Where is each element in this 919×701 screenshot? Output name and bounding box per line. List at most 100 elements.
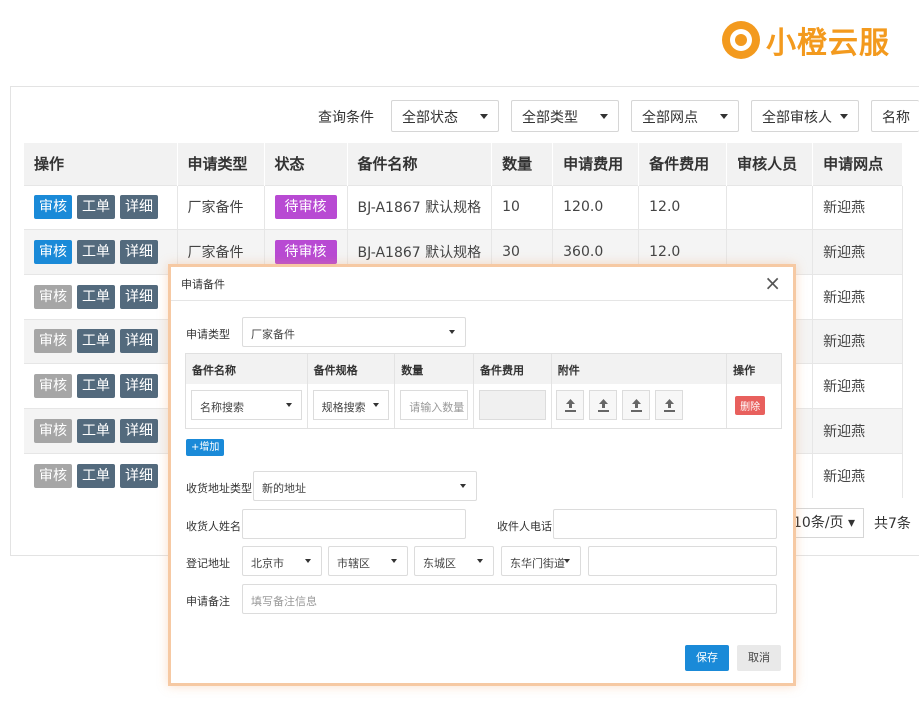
- address-detail-input[interactable]: [588, 546, 777, 576]
- chevron-down-icon: [564, 559, 570, 563]
- col-header: 附件: [552, 354, 728, 384]
- cancel-button[interactable]: 取消: [737, 645, 781, 671]
- workorder-button[interactable]: 工单: [77, 240, 115, 265]
- table-header-row: 操作 申请类型 状态 备件名称 数量 申请费用 备件费用 审核人员 申请网点: [24, 143, 904, 185]
- brand-logo: 小橙云服: [722, 18, 890, 62]
- review-button[interactable]: 审核: [34, 463, 72, 488]
- type-filter-select[interactable]: 全部类型: [511, 100, 619, 132]
- cell-outlet: 新迎燕: [812, 407, 904, 454]
- filter-label: 查询条件: [318, 110, 374, 126]
- chevron-down-icon: [285, 403, 292, 407]
- review-button[interactable]: 审核: [34, 374, 72, 399]
- col-header: 审核人员: [726, 143, 814, 185]
- review-button[interactable]: 审核: [34, 240, 72, 265]
- chevron-down-icon: [600, 114, 608, 119]
- table-row: 审核 工单 详细 厂家备件 待审核 BJ-A1867 默认规格 10 120.0 1…: [24, 184, 904, 230]
- detail-button[interactable]: 详细: [120, 463, 158, 488]
- workorder-button[interactable]: 工单: [77, 329, 115, 354]
- col-header: 状态: [264, 143, 348, 185]
- delete-button[interactable]: 删除: [735, 396, 766, 415]
- apply-parts-modal: 申请备件 × 申请类型 厂家备件 备件名称 备件规格 数量 备件费用 附件 操作…: [168, 264, 796, 686]
- address-type-select[interactable]: 新的地址: [253, 471, 477, 501]
- cell-part: BJ-A1867 默认规格: [347, 184, 493, 230]
- reviewer-filter-select[interactable]: 全部审核人: [751, 100, 859, 132]
- receiver-name-label: 收货人姓名: [186, 520, 241, 533]
- cell-outlet: 新迎燕: [812, 452, 904, 498]
- part-fee-field: [479, 390, 546, 420]
- cell-apply-fee: 120.0: [552, 184, 640, 230]
- close-icon[interactable]: ×: [764, 271, 781, 295]
- upload-icon[interactable]: [621, 390, 650, 420]
- upload-icon[interactable]: [555, 390, 584, 420]
- workorder-button[interactable]: 工单: [77, 463, 115, 488]
- col-header: 申请类型: [177, 143, 265, 185]
- address-type-label: 收货地址类型: [186, 482, 252, 495]
- add-part-button[interactable]: +增加: [186, 439, 225, 456]
- cell-part-fee: 12.0: [638, 184, 728, 230]
- workorder-button[interactable]: 工单: [77, 374, 115, 399]
- col-header: 备件名称: [347, 143, 493, 185]
- upload-icon[interactable]: [654, 390, 683, 420]
- detail-button[interactable]: 详细: [120, 374, 158, 399]
- detail-button[interactable]: 详细: [120, 240, 158, 265]
- cell-outlet: 新迎燕: [812, 229, 904, 275]
- part-spec-select[interactable]: 规格搜索: [312, 390, 390, 420]
- review-button[interactable]: 审核: [34, 284, 72, 309]
- district-select[interactable]: 东城区: [414, 546, 494, 576]
- cell-type: 厂家备件: [177, 184, 265, 230]
- cell-reviewer: [726, 184, 814, 230]
- receiver-name-input[interactable]: [242, 509, 466, 539]
- col-header: 操作: [24, 143, 178, 185]
- detail-button[interactable]: 详细: [120, 329, 158, 354]
- receiver-phone-input[interactable]: [553, 509, 777, 539]
- apply-type-label: 申请类型: [186, 328, 230, 341]
- workorder-button[interactable]: 工单: [77, 418, 115, 443]
- workorder-button[interactable]: 工单: [77, 195, 115, 220]
- status-filter-select[interactable]: 全部状态: [391, 100, 499, 132]
- col-header: 申请网点: [812, 143, 904, 185]
- save-button[interactable]: 保存: [685, 645, 729, 671]
- col-header: 操作: [733, 364, 756, 377]
- apply-type-select[interactable]: 厂家备件: [242, 317, 466, 347]
- attachment-uploads: [555, 390, 683, 420]
- city-select[interactable]: 市辖区: [328, 546, 408, 576]
- quantity-input[interactable]: 请输入数量: [400, 390, 469, 420]
- filter-bar: 查询条件 全部状态 全部类型 全部网点 全部审核人 名称: [0, 100, 919, 132]
- reg-address-label: 登记地址: [186, 557, 230, 570]
- province-select[interactable]: 北京市: [242, 546, 322, 576]
- status-badge: 待审核: [274, 240, 337, 265]
- col-header: 备件费用: [638, 143, 728, 185]
- chevron-down-icon: [480, 114, 488, 119]
- cell-outlet: 新迎燕: [812, 273, 904, 320]
- review-button[interactable]: 审核: [34, 418, 72, 443]
- chevron-down-icon: [373, 403, 380, 407]
- chevron-down-icon: [391, 559, 397, 563]
- status-badge: 待审核: [274, 195, 337, 220]
- orange-logo-icon: [722, 21, 760, 59]
- chevron-down-icon: [840, 114, 848, 119]
- page-size-select[interactable]: 10条/页 ▾: [784, 508, 865, 538]
- upload-icon[interactable]: [588, 390, 617, 420]
- street-select[interactable]: 东华门街道: [501, 546, 581, 576]
- pagination: 10条/页 ▾ 共7条: [784, 508, 911, 538]
- receiver-phone-label: 收件人电话: [497, 520, 552, 533]
- col-header: 备件费用: [474, 354, 552, 384]
- cell-outlet: 新迎燕: [812, 184, 904, 230]
- parts-subtable-header: 备件名称 备件规格 数量 备件费用 附件 操作: [186, 354, 781, 384]
- review-button[interactable]: 审核: [34, 329, 72, 354]
- part-name-select[interactable]: 名称搜索: [191, 390, 302, 420]
- detail-button[interactable]: 详细: [120, 418, 158, 443]
- remark-input[interactable]: 填写备注信息: [242, 584, 777, 614]
- workorder-button[interactable]: 工单: [77, 284, 115, 309]
- col-header: 数量: [395, 354, 475, 384]
- review-button[interactable]: 审核: [34, 195, 72, 220]
- detail-button[interactable]: 详细: [120, 195, 158, 220]
- detail-button[interactable]: 详细: [120, 284, 158, 309]
- outlet-filter-select[interactable]: 全部网点: [631, 100, 739, 132]
- name-search-input[interactable]: 名称: [871, 100, 919, 132]
- modal-header: 申请备件 ×: [171, 267, 793, 301]
- modal-title: 申请备件: [181, 278, 225, 291]
- chevron-down-icon: [720, 114, 728, 119]
- parts-subtable-row: 名称搜索 规格搜索 请输入数量 删除: [186, 384, 781, 428]
- chevron-down-icon: [477, 559, 483, 563]
